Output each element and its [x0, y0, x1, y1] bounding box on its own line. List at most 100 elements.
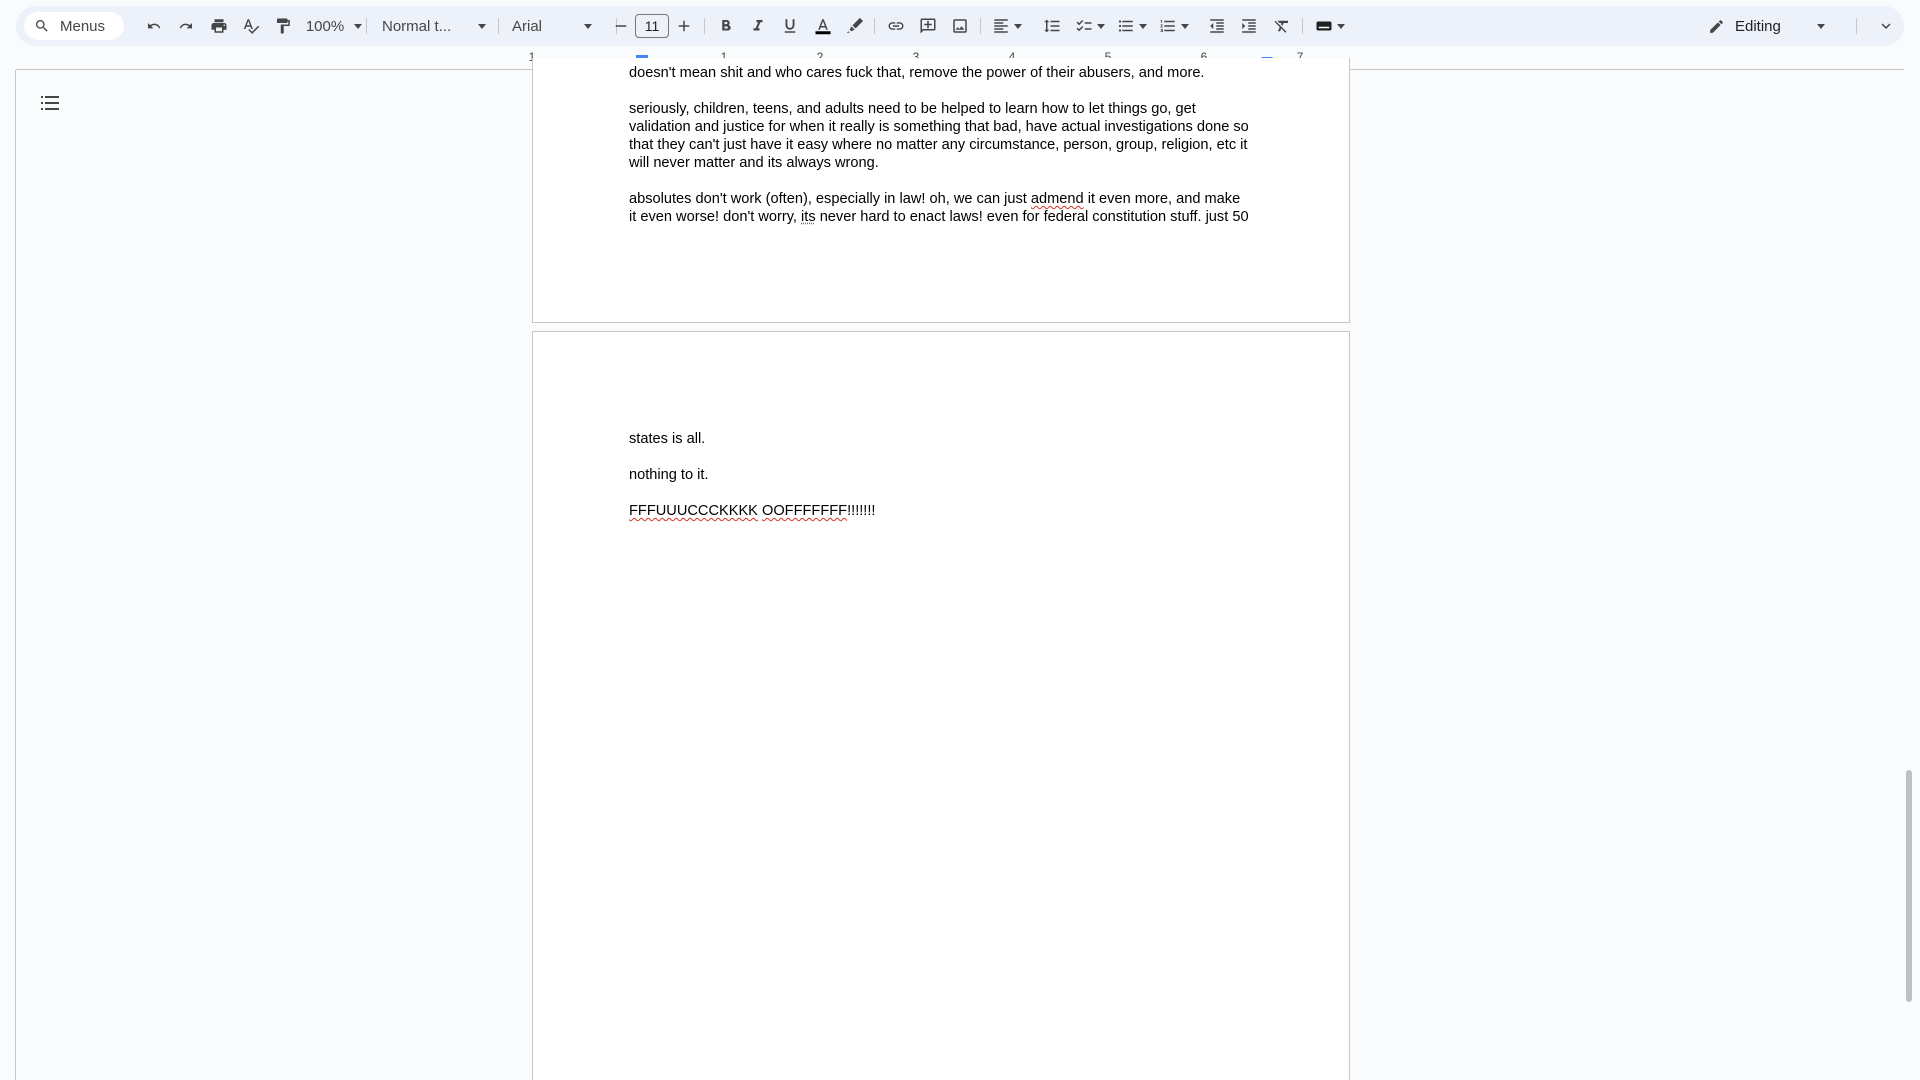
chevron-down-icon [1337, 24, 1345, 29]
bold-icon [717, 17, 735, 35]
bulleted-list-select[interactable] [1112, 10, 1152, 42]
print-icon [210, 17, 228, 35]
paragraph[interactable]: doesn't mean shit and who cares fuck tha… [629, 64, 1254, 82]
text-line: that they can't just have it easy where … [629, 136, 1254, 154]
paragraph[interactable]: absolutes don't work (often), especially… [629, 190, 1254, 226]
align-select[interactable] [988, 10, 1026, 42]
decrease-indent-button[interactable] [1203, 10, 1231, 42]
chevron-down-icon [1181, 24, 1189, 29]
misspelled-word[interactable]: FFFUUUCCCKKKK [629, 503, 758, 519]
pencil-icon [1708, 18, 1725, 35]
add-comment-button[interactable] [914, 10, 942, 42]
undo-button[interactable] [140, 10, 168, 42]
insert-link-button[interactable] [882, 10, 910, 42]
toolbar-divider [874, 18, 875, 34]
misspelled-word[interactable]: admend [1031, 191, 1084, 207]
input-tools-select[interactable] [1310, 10, 1350, 42]
text-run: !!!!!!! [847, 503, 875, 519]
undo-icon [145, 17, 163, 35]
text-line: seriously, children, teens, and adults n… [629, 100, 1254, 118]
minus-icon [612, 17, 630, 35]
checklist-select[interactable] [1070, 10, 1110, 42]
editing-mode-label: Editing [1735, 18, 1817, 35]
redo-button[interactable] [172, 10, 200, 42]
collapse-toolbar-button[interactable] [1872, 10, 1900, 42]
spellcheck-icon [242, 17, 260, 35]
image-icon [951, 17, 969, 35]
vertical-scrollbar[interactable] [1906, 770, 1912, 1002]
text-color-button[interactable] [809, 10, 837, 42]
toolbar-divider [366, 18, 367, 34]
zoom-select[interactable]: 100% [292, 10, 372, 42]
decrease-indent-icon [1208, 17, 1226, 35]
bulleted-list-icon [1117, 17, 1135, 35]
numbered-list-icon [1159, 17, 1177, 35]
italic-icon [749, 17, 767, 35]
increase-indent-icon [1240, 17, 1258, 35]
keyboard-icon [1315, 17, 1333, 35]
search-icon [34, 18, 50, 34]
paragraph[interactable]: states is all. [629, 430, 1254, 448]
text-run: it even more, and make [1084, 191, 1241, 207]
text-color-icon [814, 17, 832, 35]
plus-icon [675, 17, 693, 35]
text-line: will never matter and its always wrong. [629, 154, 1254, 172]
style-select[interactable]: Normal t... [378, 10, 502, 42]
chevron-down-icon [1817, 24, 1825, 29]
grammar-suggestion-word[interactable]: its [801, 209, 816, 225]
print-button[interactable] [205, 10, 233, 42]
highlight-color-button[interactable] [841, 10, 869, 42]
left-margin-border [15, 70, 16, 1080]
font-select[interactable]: Arial [508, 10, 608, 42]
editing-mode-select[interactable]: Editing [1708, 10, 1825, 42]
link-icon [887, 17, 905, 35]
toolbar-divider [980, 18, 981, 34]
paragraph[interactable]: FFFUUUCCCKKKK OOFFFFFFF!!!!!!! [629, 502, 1254, 520]
spellcheck-button[interactable] [237, 10, 265, 42]
bold-button[interactable] [712, 10, 740, 42]
highlighter-icon [846, 17, 864, 35]
menus-label: Menus [60, 18, 105, 35]
chevron-down-icon [1097, 24, 1105, 29]
chevron-up-icon [1877, 17, 1895, 35]
menus-search[interactable]: Menus [24, 12, 124, 40]
underline-button[interactable] [776, 10, 804, 42]
toolbar-divider [1302, 18, 1303, 34]
decrease-font-size-button[interactable] [607, 10, 635, 42]
line-spacing-button[interactable] [1038, 10, 1066, 42]
text-line: it even worse! don't worry, its never ha… [629, 208, 1254, 226]
document-page[interactable]: states is all. nothing to it. FFFUUUCCCK… [532, 331, 1350, 1080]
zoom-value: 100% [302, 18, 348, 35]
chevron-down-icon [1014, 24, 1022, 29]
text-run: absolutes don't work (often), especially… [629, 191, 1031, 207]
paragraph[interactable]: nothing to it. [629, 466, 1254, 484]
text-run: it even worse! don't worry, [629, 209, 801, 225]
document-page[interactable]: doesn't mean shit and who cares fuck tha… [532, 58, 1350, 323]
document-outline-icon[interactable] [38, 92, 62, 114]
chevron-down-icon [1139, 24, 1147, 29]
line-spacing-icon [1043, 17, 1061, 35]
toolbar-divider [704, 18, 705, 34]
chevron-down-icon [584, 24, 592, 29]
chevron-down-icon [354, 24, 362, 29]
numbered-list-select[interactable] [1154, 10, 1194, 42]
clear-formatting-icon [1273, 17, 1291, 35]
toolbar-divider [498, 18, 499, 34]
toolbar-divider [1856, 18, 1857, 34]
text-line: validation and justice for when it reall… [629, 118, 1254, 136]
clear-formatting-button[interactable] [1268, 10, 1296, 42]
misspelled-word[interactable]: OOFFFFFFF [762, 503, 847, 519]
text-line: absolutes don't work (often), especially… [629, 190, 1254, 208]
chevron-down-icon [478, 24, 486, 29]
checklist-icon [1075, 17, 1093, 35]
increase-indent-button[interactable] [1235, 10, 1263, 42]
underline-icon [781, 17, 799, 35]
text-run: never hard to enact laws! even for feder… [816, 209, 1249, 225]
redo-icon [177, 17, 195, 35]
italic-button[interactable] [744, 10, 772, 42]
style-value: Normal t... [378, 18, 478, 35]
increase-font-size-button[interactable] [670, 10, 698, 42]
paragraph[interactable]: seriously, children, teens, and adults n… [629, 100, 1254, 172]
insert-image-button[interactable] [946, 10, 974, 42]
font-size-input[interactable]: 11 [635, 14, 669, 38]
